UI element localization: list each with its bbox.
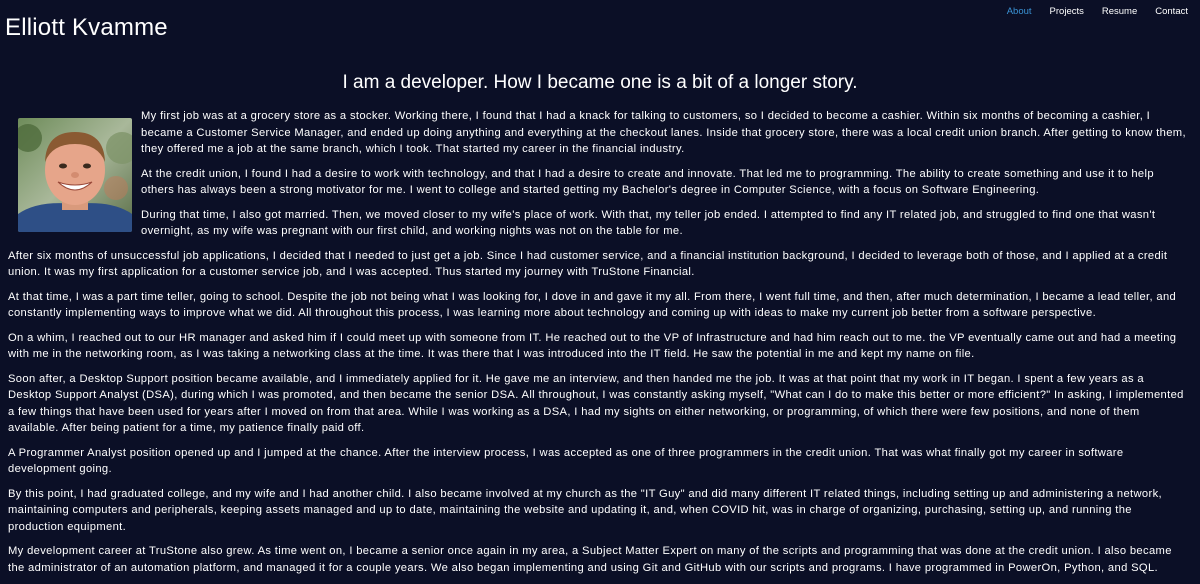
about-paragraph: My first job was at a grocery store as a… (141, 110, 1186, 155)
nav-about-link[interactable]: About (1007, 6, 1032, 18)
about-paragraph: At the credit union, I found I had a des… (141, 167, 1154, 197)
about-paragraph: On a whim, I reached out to our HR manag… (8, 331, 1177, 361)
main-nav: About Projects Resume Contact (989, 6, 1188, 18)
about-paragraph: My development career at TruStone also g… (8, 545, 1172, 574)
about-paragraph: A Programmer Analyst position opened up … (8, 446, 1124, 476)
profile-photo (18, 118, 132, 232)
about-paragraph: During that time, I also got married. Th… (141, 208, 1156, 238)
about-paragraph: At that time, I was a part time teller, … (8, 290, 1177, 320)
site-title[interactable]: Elliott Kvamme (5, 14, 168, 42)
nav-resume-link[interactable]: Resume (1102, 6, 1137, 18)
about-paragraph: Soon after, a Desktop Support position b… (8, 372, 1184, 435)
nav-contact-link[interactable]: Contact (1155, 6, 1188, 18)
about-content: My first job was at a grocery store as a… (8, 108, 1190, 584)
page-headline: I am a developer. How I became one is a … (342, 72, 858, 93)
about-paragraph: By this point, I had graduated college, … (8, 487, 1162, 533)
nav-projects-link[interactable]: Projects (1050, 6, 1084, 18)
about-paragraph: After six months of unsuccessful job app… (8, 249, 1168, 279)
